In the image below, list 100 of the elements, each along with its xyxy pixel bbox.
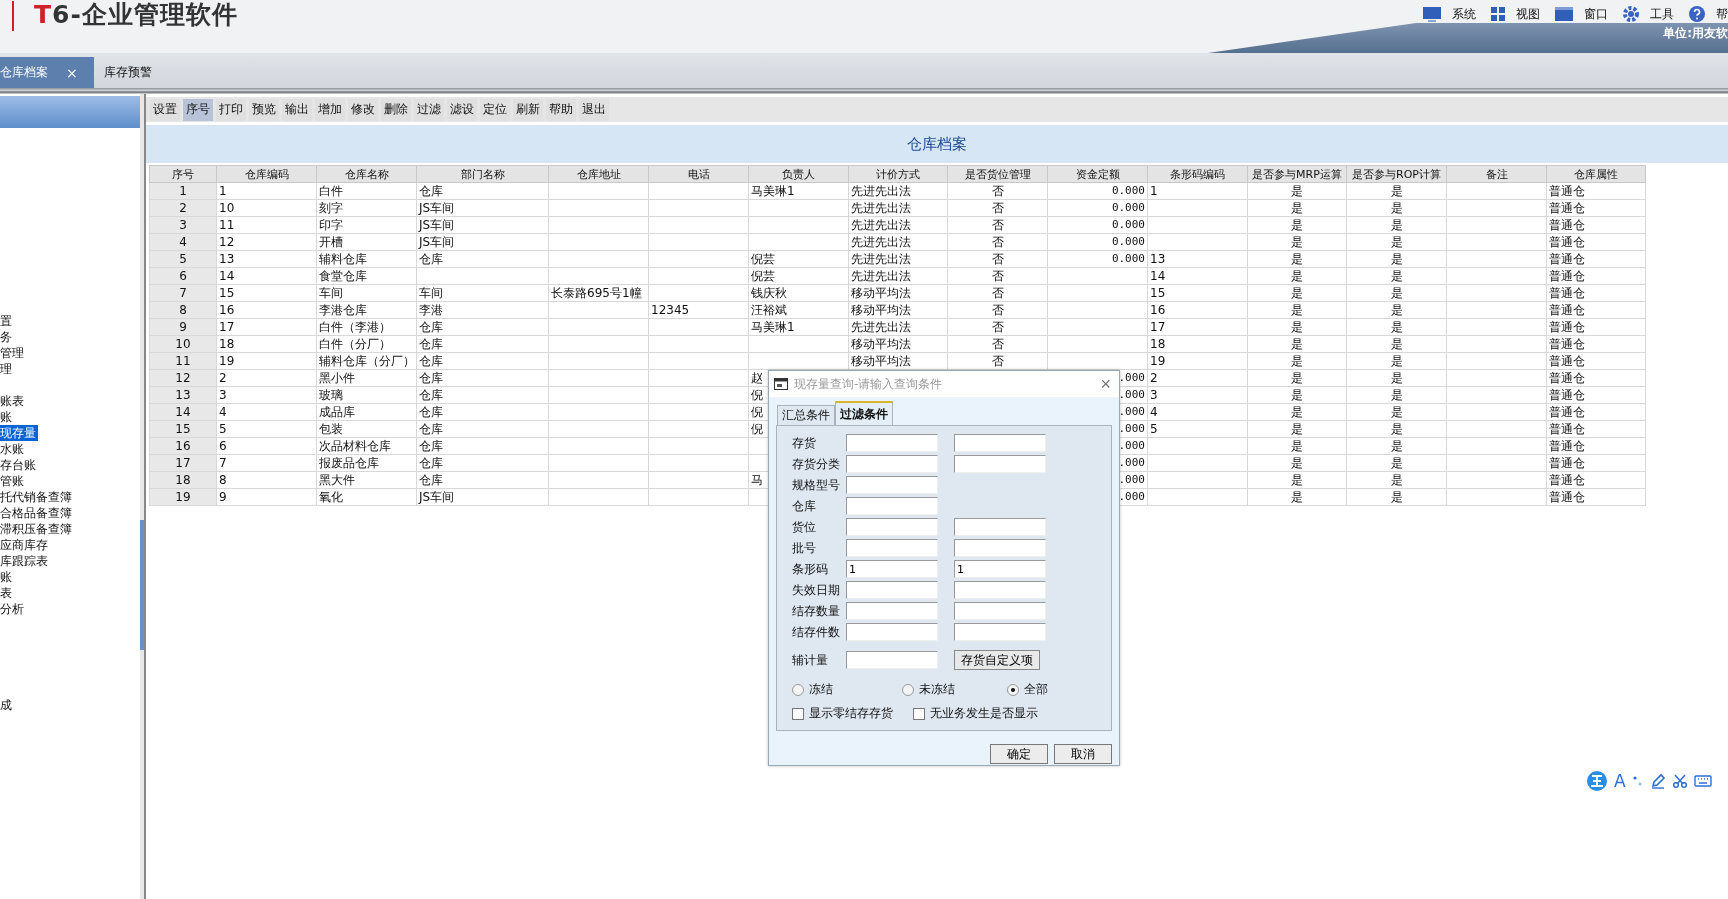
column-header[interactable]: 是否货位管理 [947,165,1048,183]
menu-item[interactable]: 工具 [1622,5,1674,23]
sidebar-item[interactable]: 务 [0,329,14,345]
input-field[interactable] [954,581,1046,599]
input-field[interactable] [846,476,938,494]
scissors-icon[interactable] [1671,773,1688,789]
tab[interactable]: 库存预警 [93,57,168,88]
input-field[interactable] [846,651,938,669]
sidebar-item[interactable]: 理 [0,361,14,377]
input-mode-label[interactable]: A [1614,771,1626,791]
table-cell: 4 [1147,403,1248,421]
input-field[interactable] [954,623,1046,641]
table-cell: JS车间 [416,233,549,251]
input-field[interactable] [954,518,1046,536]
column-header[interactable]: 仓库属性 [1546,165,1646,183]
toolbar-button[interactable]: 修改 [348,98,378,121]
column-header[interactable]: 仓库编码 [216,165,317,183]
sidebar-item[interactable]: 水账 [0,441,26,457]
sidebar-item[interactable]: 应商库存 [0,537,50,553]
column-header[interactable]: 是否参与MRP运算 [1247,165,1347,183]
column-header[interactable]: 计价方式 [848,165,948,183]
sidebar-item[interactable]: 存台账 [0,457,38,473]
tab[interactable]: 汇总条件 [777,405,835,425]
table-cell: 是 [1346,318,1447,336]
checkbox[interactable] [792,707,804,720]
radio-button[interactable] [902,683,914,696]
column-header[interactable]: 序号 [149,165,217,183]
toolbar-button[interactable]: 序号 [183,98,213,121]
toolbar-button[interactable]: 刷新 [513,98,543,121]
sidebar-item[interactable]: 管账 [0,473,26,489]
sidebar-item[interactable]: 管理 [0,345,26,361]
column-header[interactable]: 仓库名称 [316,165,417,183]
menu-item[interactable]: 窗口 [1554,5,1608,23]
radio-button[interactable] [1007,683,1019,696]
table-cell: 是 [1346,420,1447,438]
input-field[interactable] [846,434,938,452]
sidebar-item[interactable]: 合格品备查簿 [0,505,74,521]
column-header[interactable]: 资金定额 [1047,165,1148,183]
tab[interactable]: 仓库档案 × [0,57,94,88]
input-field[interactable] [954,602,1046,620]
toolbar-button[interactable]: 滤设 [447,98,477,121]
dialog-button[interactable]: 取消 [1054,744,1112,764]
menu-item[interactable]: 帮 [1688,5,1728,23]
column-header[interactable]: 是否参与ROP计算 [1346,165,1447,183]
toolbar-button[interactable]: 过滤 [414,98,444,121]
tab[interactable]: 过滤条件 [835,401,893,425]
sidebar-item[interactable]: 置 [0,313,14,329]
sidebar-item[interactable]: 账 [0,409,14,425]
toolbar-button[interactable]: 打印 [216,98,246,121]
toolbar-button[interactable]: 删除 [381,98,411,121]
toolbar-button[interactable]: 输出 [282,98,312,121]
table-cell: 是 [1346,199,1447,217]
menu-item[interactable]: 视图 [1490,5,1540,23]
close-icon[interactable]: × [66,64,78,81]
input-field[interactable] [954,539,1046,557]
input-field[interactable]: 1 [846,560,938,578]
pencil-icon[interactable] [1649,773,1666,789]
toolbar-button[interactable]: 定位 [480,98,510,121]
sidebar-item[interactable]: 分析 [0,601,26,617]
column-header[interactable]: 仓库地址 [548,165,649,183]
input-field[interactable] [846,455,938,473]
input-field[interactable] [954,455,1046,473]
input-field[interactable] [846,518,938,536]
radio-button[interactable] [792,683,804,696]
input-field[interactable] [846,497,938,515]
column-header[interactable]: 条形码编码 [1147,165,1248,183]
ime-logo-icon[interactable] [1586,770,1608,792]
input-field[interactable]: 1 [954,560,1046,578]
input-field[interactable] [954,434,1046,452]
toolbar-button[interactable]: 设置 [150,98,180,121]
input-field[interactable] [846,539,938,557]
custom-items-button[interactable]: 存货自定义项 [954,650,1040,670]
table-cell: 10 [216,199,317,217]
toolbar-button[interactable]: 退出 [579,98,609,121]
sidebar-item[interactable]: 滞积压备查簿 [0,521,74,537]
sidebar-item[interactable]: 账 [0,569,14,585]
toolbar-button[interactable]: 预览 [249,98,279,121]
input-field[interactable] [846,623,938,641]
toolbar-button[interactable]: 帮助 [546,98,576,121]
scrollbar-thumb[interactable] [140,520,144,650]
checkbox[interactable] [913,707,925,720]
toolbar-button[interactable]: 增加 [315,98,345,121]
sidebar-item[interactable]: 账表 [0,393,26,409]
scrollbar[interactable] [140,94,144,899]
keyboard-icon[interactable] [1693,774,1712,788]
input-field[interactable] [846,581,938,599]
sidebar-item[interactable]: 表 [0,585,14,601]
column-header[interactable]: 负责人 [748,165,849,183]
input-field[interactable] [846,602,938,620]
sidebar-item[interactable]: 现存量 [0,425,38,441]
dialog-button[interactable]: 确定 [990,744,1048,764]
table-cell: 印字 [316,216,417,234]
column-header[interactable]: 备注 [1446,165,1547,183]
sidebar-item[interactable]: 成 [0,697,14,713]
sidebar-item[interactable]: 库跟踪表 [0,553,50,569]
punctuation-icon[interactable] [1631,774,1644,788]
menu-item[interactable]: 系统 [1422,5,1476,23]
column-header[interactable]: 电话 [648,165,749,183]
column-header[interactable]: 部门名称 [416,165,549,183]
sidebar-item[interactable]: 托代销备查簿 [0,489,74,505]
